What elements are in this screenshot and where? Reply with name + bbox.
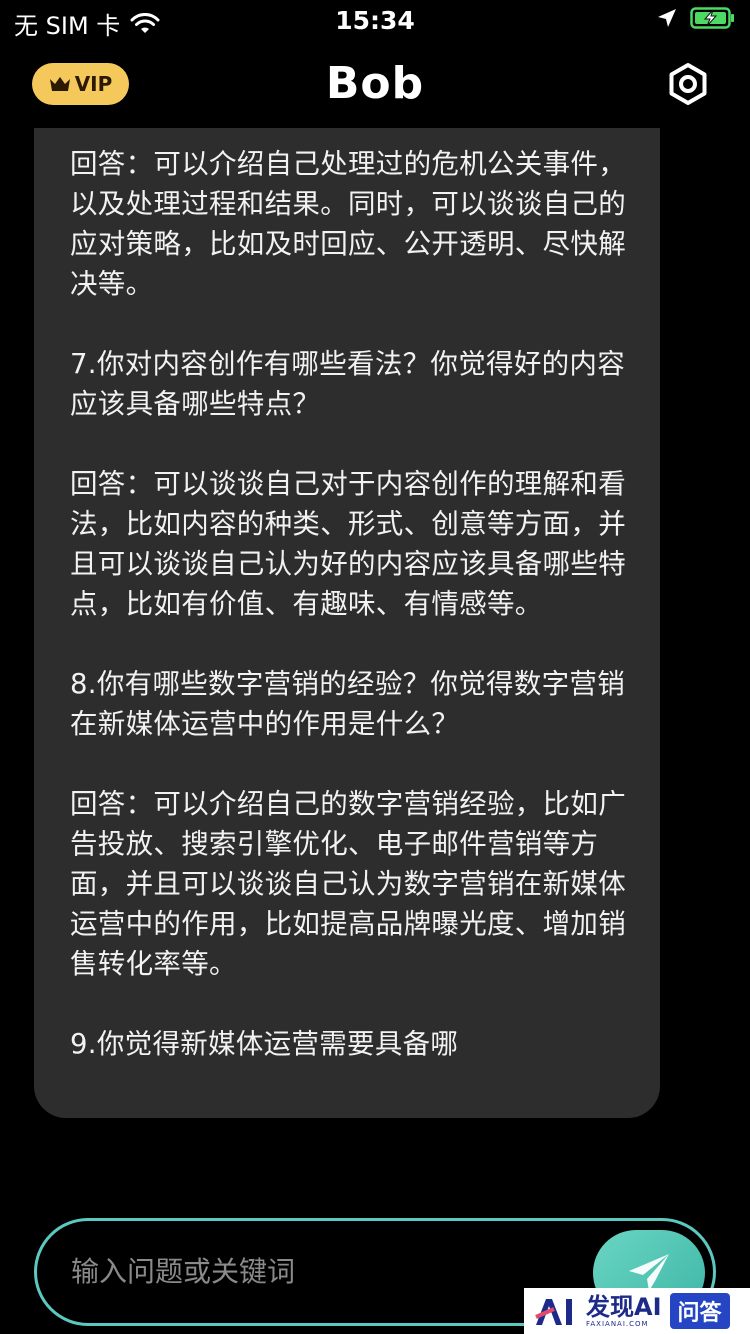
watermark-badge: 问答 (669, 1293, 730, 1329)
location-icon (658, 9, 676, 27)
app-title: Bob (325, 58, 425, 109)
watermark-text-group: 发现AI FAXIANAI.COM (586, 1295, 662, 1328)
status-icons (656, 6, 736, 30)
message-paragraph: 8.你有哪些数字营销的经验？你觉得数字营销在新媒体运营中的作用是什么？ (70, 668, 626, 740)
battery-charging-icon (690, 7, 734, 29)
status-bar: 无 SIM 卡 15:34 (0, 0, 750, 40)
watermark-domain: FAXIANAI.COM (586, 1319, 649, 1328)
message-paragraph: 回答：可以介绍自己处理过的危机公关事件，以及处理过程和结果。同时，可以谈谈自己的… (70, 148, 626, 300)
message-paragraph: 回答：可以谈谈自己对于内容创作的理解和看法，比如内容的种类、形式、创意等方面，并… (70, 468, 626, 620)
assistant-message-bubble: 回答：可以介绍自己处理过的危机公关事件，以及处理过程和结果。同时，可以谈谈自己的… (34, 128, 660, 1118)
question-input[interactable] (71, 1249, 571, 1293)
settings-icon[interactable] (666, 62, 710, 106)
watermark: 发现AI FAXIANAI.COM 问答 (524, 1288, 750, 1334)
message-paragraph: 9.你觉得新媒体运营需要具备哪 (70, 1028, 459, 1060)
chat-screen: 无 SIM 卡 15:34 VIP Bob 回答：可以介绍自己处理过的危机公关事… (0, 0, 750, 1334)
status-time: 15:34 (335, 6, 415, 35)
watermark-brand: 发现AI (586, 1292, 662, 1321)
message-paragraph: 回答：可以介绍自己的数字营销经验，比如广告投放、搜索引擎优化、电子邮件营销等方面… (70, 788, 626, 980)
message-paragraph: 7.你对内容创作有哪些看法？你觉得好的内容应该具备哪些特点？ (70, 348, 626, 420)
brand-logo-icon (535, 1299, 572, 1325)
